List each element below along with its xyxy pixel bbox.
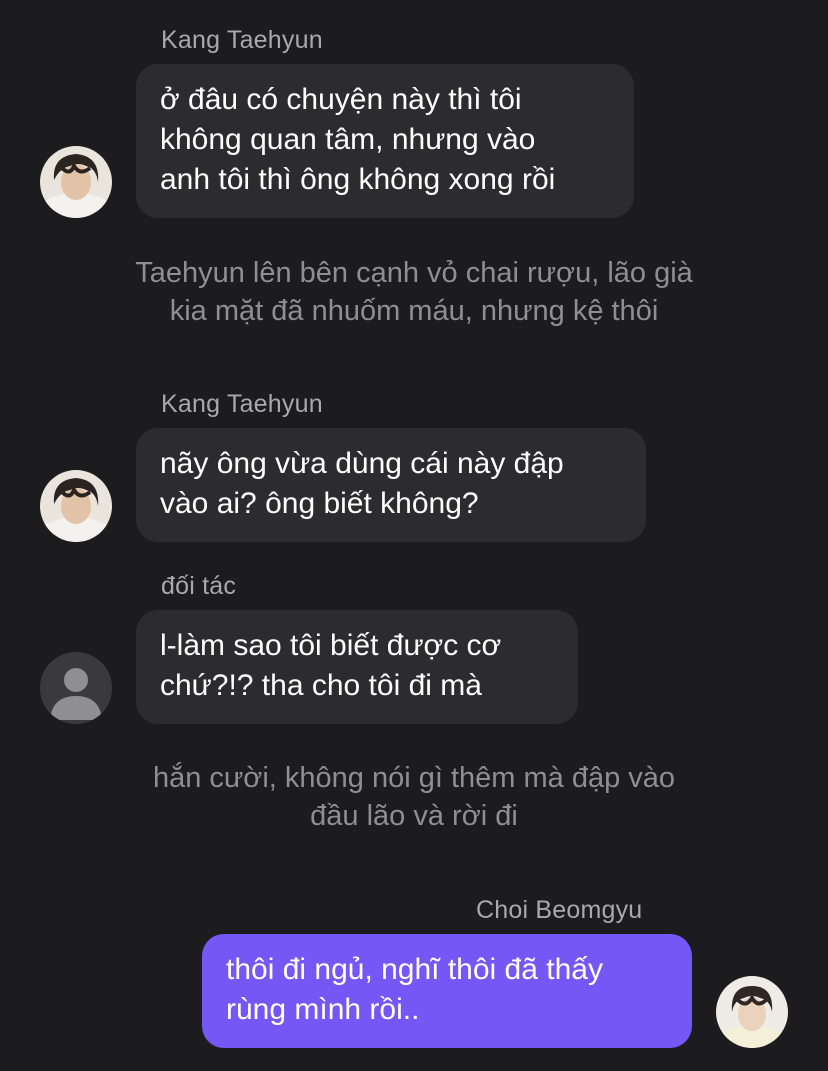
message-line: ở đâu có chuyện này thì tôi	[160, 83, 522, 116]
beomgyu-avatar[interactable]	[716, 976, 788, 1048]
message-line: thôi đi ngủ, nghĩ thôi đã thấy	[226, 953, 603, 986]
sender-name-kang-taehyun: Kang Taehyun	[161, 26, 323, 54]
person-photo-avatar-icon	[716, 976, 788, 1048]
message-bubble[interactable]: ở đâu có chuyện này thì tôi không quan t…	[136, 64, 634, 218]
taehyun-avatar[interactable]	[40, 146, 112, 218]
message-line: chứ?!? tha cho tôi đi mà	[160, 669, 482, 702]
narration-line: đầu lão và rời đi	[310, 800, 518, 832]
sender-name-partner: đối tác	[161, 572, 237, 600]
sender-name-choi-beomgyu: Choi Beomgyu	[476, 896, 643, 924]
message-line: không quan tâm, nhưng vào	[160, 123, 536, 156]
narration-text: Taehyun lên bên cạnh vỏ chai rượu, lão g…	[60, 254, 768, 330]
message-line: l-làm sao tôi biết được cơ	[160, 629, 502, 662]
message-bubble[interactable]: l-làm sao tôi biết được cơ chứ?!? tha ch…	[136, 610, 578, 724]
narration-line: Taehyun lên bên cạnh vỏ chai rượu, lão g…	[135, 257, 693, 289]
message-line: vào ai? ông biết không?	[160, 487, 479, 520]
message-bubble[interactable]: nãy ông vừa dùng cái này đập vào ai? ông…	[136, 428, 646, 542]
taehyun-avatar[interactable]	[40, 470, 112, 542]
default-person-icon	[40, 652, 112, 724]
narration-text: hắn cười, không nói gì thêm mà đập vào đ…	[60, 759, 768, 835]
person-photo-avatar-icon	[40, 470, 112, 542]
narration-line: kia mặt đã nhuốm máu, nhưng kệ thôi	[169, 295, 659, 327]
message-line: rùng mình rồi..	[226, 993, 420, 1026]
message-line: anh tôi thì ông không xong rồi	[160, 163, 556, 196]
sender-name-kang-taehyun: Kang Taehyun	[161, 390, 323, 418]
person-photo-avatar-icon	[40, 146, 112, 218]
message-line: nãy ông vừa dùng cái này đập	[160, 447, 564, 480]
narration-line: hắn cười, không nói gì thêm mà đập vào	[152, 762, 676, 794]
partner-avatar[interactable]	[40, 652, 112, 724]
my-message-bubble[interactable]: thôi đi ngủ, nghĩ thôi đã thấy rùng mình…	[202, 934, 692, 1048]
